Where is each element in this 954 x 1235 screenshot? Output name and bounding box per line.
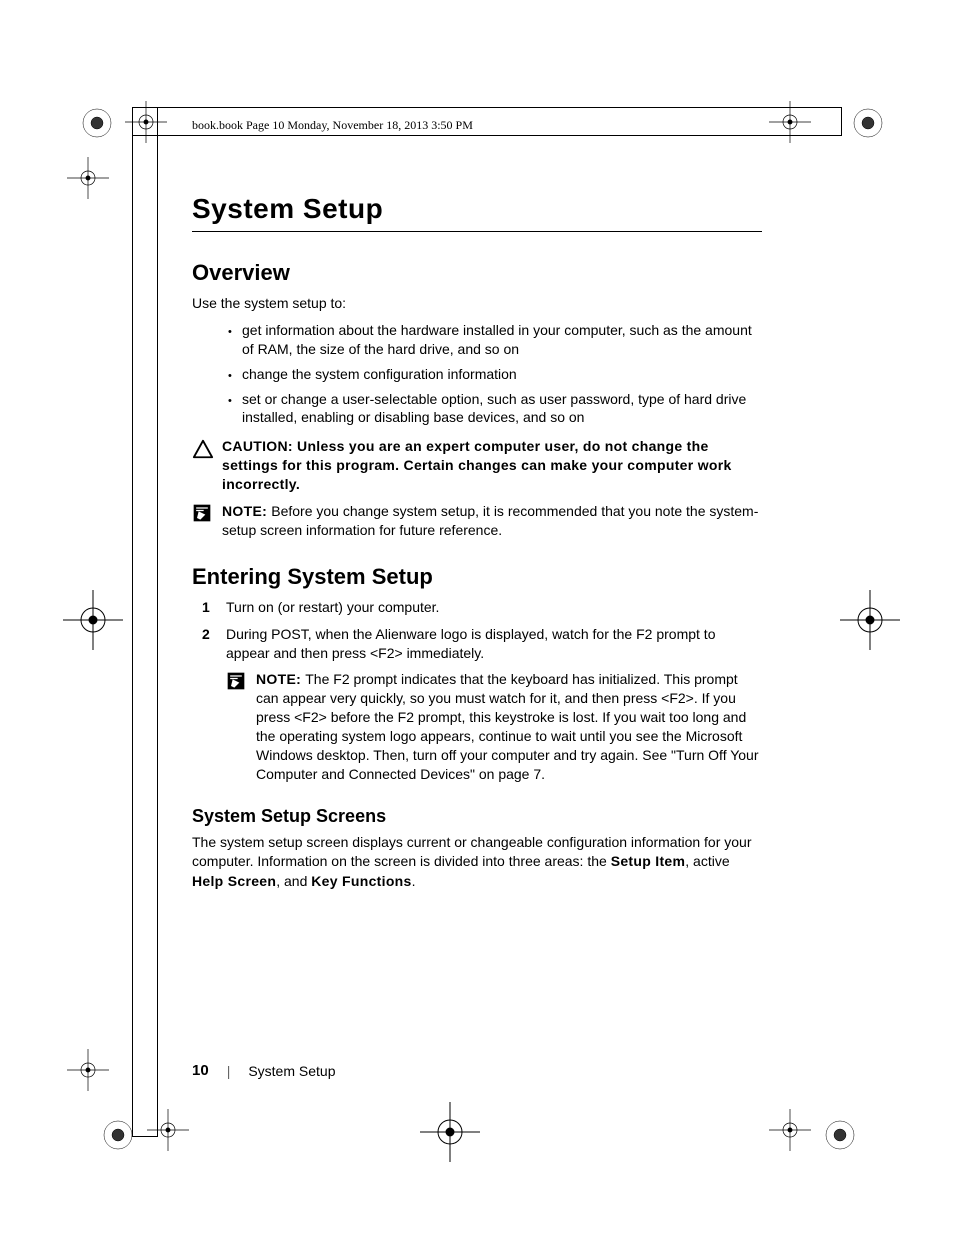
registration-mark-compass bbox=[67, 1049, 109, 1091]
registration-mark-pinwheel bbox=[824, 1119, 856, 1151]
entering-steps: Turn on (or restart) your computer. Duri… bbox=[192, 598, 762, 663]
screens-text: , and bbox=[276, 873, 311, 889]
note-pencil-icon bbox=[192, 502, 214, 540]
note-text: NOTE: The F2 prompt indicates that the k… bbox=[256, 670, 762, 783]
footer-section-name: System Setup bbox=[248, 1063, 335, 1079]
overview-lead: Use the system setup to: bbox=[192, 294, 762, 313]
screens-bold-key-functions: Key Functions bbox=[311, 873, 411, 889]
section-entering-heading: Entering System Setup bbox=[192, 564, 762, 590]
overview-bullet-list: get information about the hardware insta… bbox=[192, 321, 762, 427]
subsection-screens-heading: System Setup Screens bbox=[192, 806, 762, 827]
registration-mark-compass bbox=[147, 1109, 189, 1151]
crop-frame-side bbox=[132, 107, 158, 1137]
caution-callout: CAUTION: Unless you are an expert comput… bbox=[192, 437, 762, 494]
registration-mark-compass bbox=[63, 590, 123, 650]
list-item: change the system configuration informat… bbox=[238, 365, 762, 384]
screens-bold-setup-item: Setup Item bbox=[611, 853, 686, 869]
note-body: Before you change system setup, it is re… bbox=[222, 503, 758, 538]
note-callout-indented: NOTE: The F2 prompt indicates that the k… bbox=[226, 670, 762, 783]
page-footer: 10 | System Setup bbox=[192, 1062, 762, 1079]
footer-divider: | bbox=[227, 1063, 231, 1079]
note-pencil-icon bbox=[226, 670, 248, 783]
chapter-title: System Setup bbox=[192, 193, 762, 232]
note-label: NOTE: bbox=[256, 671, 305, 687]
note-callout: NOTE: Before you change system setup, it… bbox=[192, 502, 762, 540]
registration-mark-compass bbox=[769, 101, 811, 143]
caution-label: CAUTION: bbox=[222, 438, 297, 454]
registration-mark-pinwheel bbox=[852, 107, 884, 139]
page-content: book.book Page 10 Monday, November 18, 2… bbox=[192, 118, 762, 896]
step-item: During POST, when the Alienware logo is … bbox=[192, 625, 762, 663]
list-item: set or change a user-selectable option, … bbox=[238, 390, 762, 428]
screens-text: , active bbox=[685, 853, 729, 869]
caution-body: Unless you are an expert computer user, … bbox=[222, 438, 732, 492]
registration-mark-compass bbox=[769, 1109, 811, 1151]
registration-mark-pinwheel bbox=[102, 1119, 134, 1151]
registration-mark-compass bbox=[840, 590, 900, 650]
note-body: The F2 prompt indicates that the keyboar… bbox=[256, 671, 759, 781]
page-number: 10 bbox=[192, 1062, 209, 1079]
section-overview-heading: Overview bbox=[192, 260, 762, 286]
note-label: NOTE: bbox=[222, 503, 271, 519]
registration-mark-pinwheel bbox=[81, 107, 113, 139]
registration-mark-compass bbox=[67, 157, 109, 199]
list-item: get information about the hardware insta… bbox=[238, 321, 762, 359]
running-header: book.book Page 10 Monday, November 18, 2… bbox=[192, 118, 762, 133]
screens-paragraph: The system setup screen displays current… bbox=[192, 833, 762, 892]
screens-bold-help-screen: Help Screen bbox=[192, 873, 276, 889]
caution-triangle-icon bbox=[192, 437, 214, 494]
registration-mark-compass bbox=[420, 1102, 480, 1162]
step-item: Turn on (or restart) your computer. bbox=[192, 598, 762, 617]
screens-text: . bbox=[412, 873, 416, 889]
registration-mark-compass bbox=[125, 101, 167, 143]
note-text: NOTE: Before you change system setup, it… bbox=[222, 502, 762, 540]
caution-text: CAUTION: Unless you are an expert comput… bbox=[222, 437, 762, 494]
